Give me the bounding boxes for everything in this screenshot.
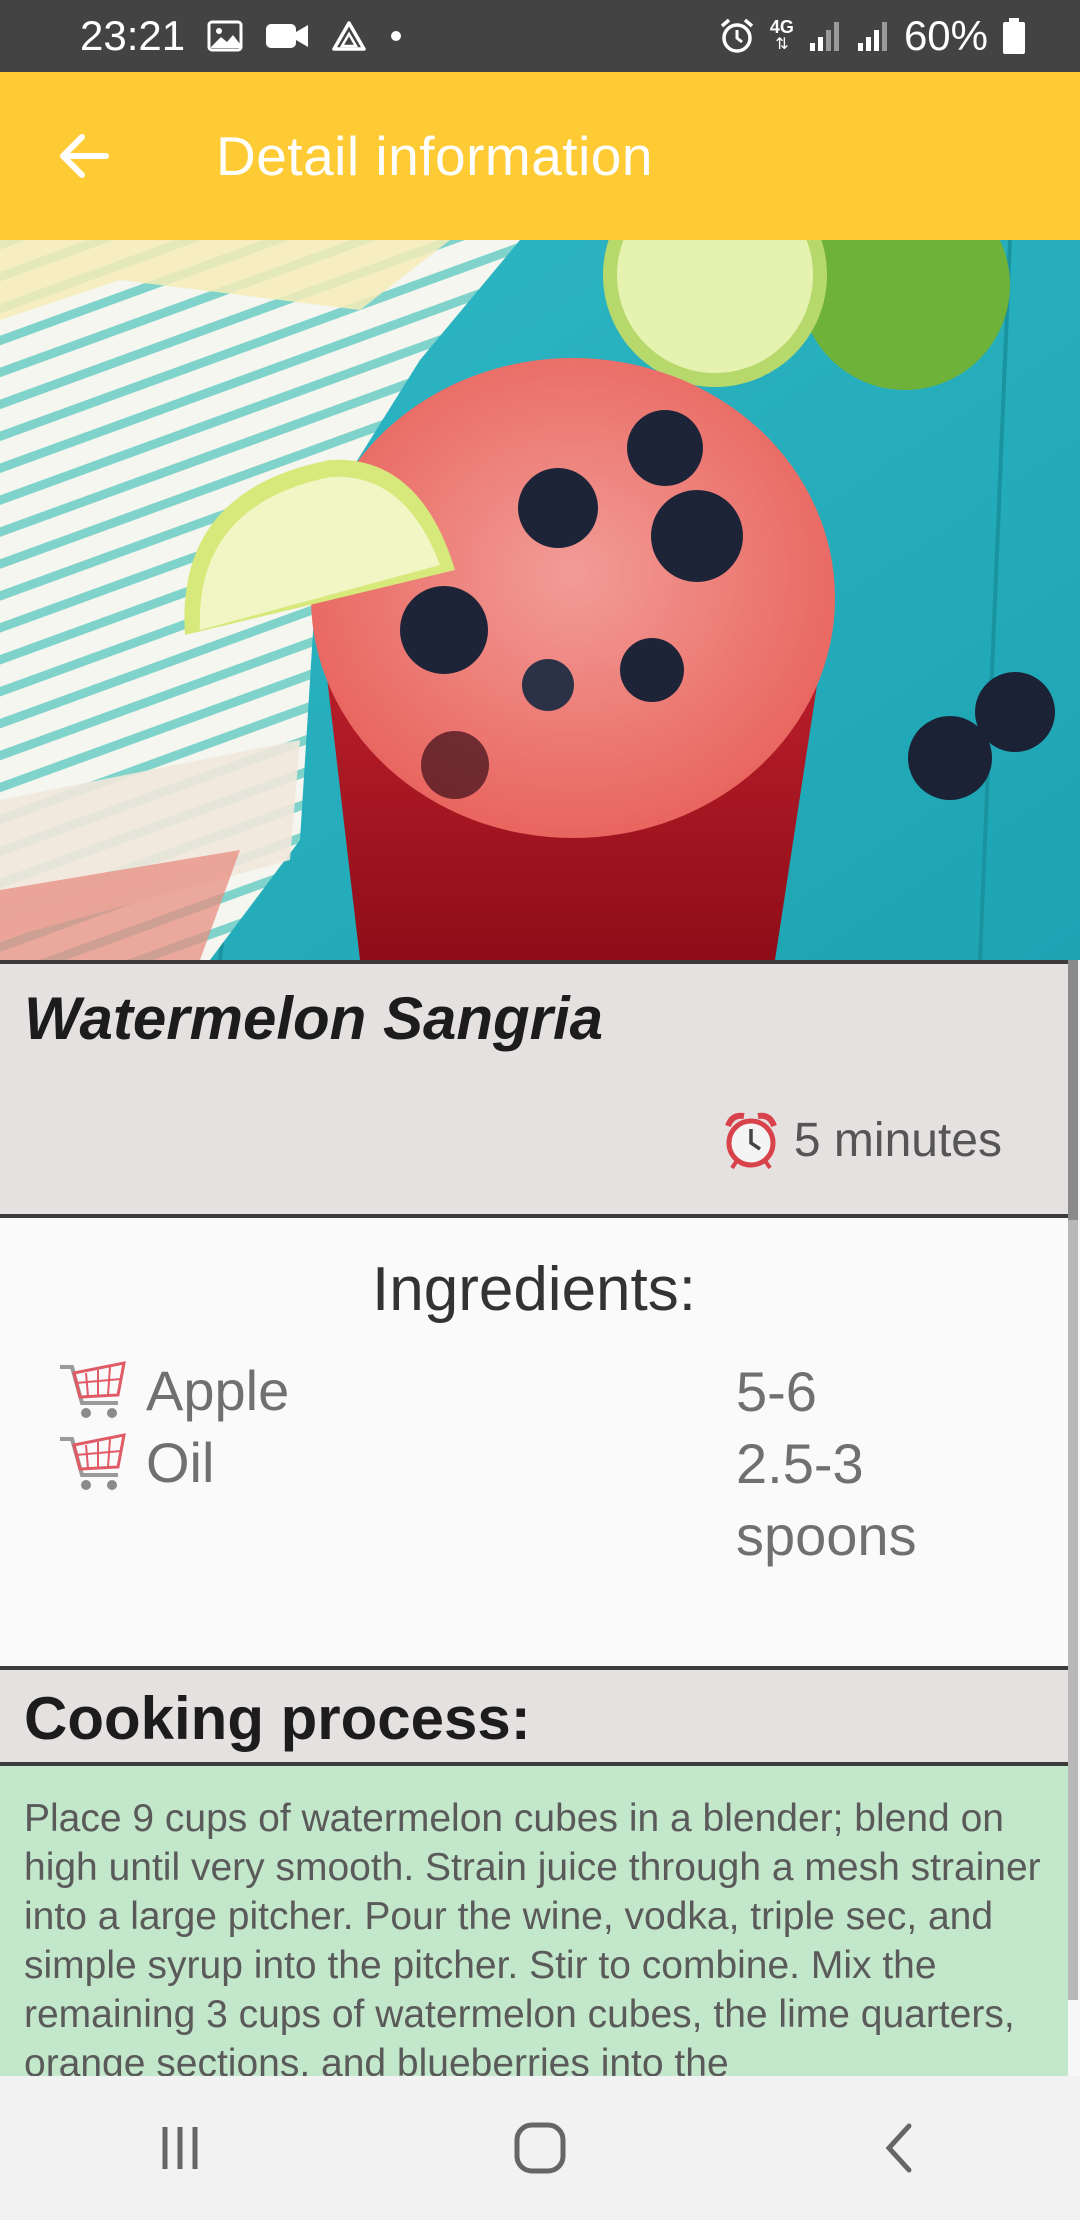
app-bar: Detail information xyxy=(0,72,1080,240)
cook-time-text: 5 minutes xyxy=(793,1113,1002,1167)
cooking-heading: Cooking process: xyxy=(24,1685,531,1752)
title-section: Watermelon Sangria 5 minutes xyxy=(0,960,1068,1218)
alarm-icon xyxy=(718,17,756,55)
cook-time: 5 minutes xyxy=(722,1110,1002,1170)
ingredient-name: Oil xyxy=(146,1431,215,1494)
cooking-heading-section: Cooking process: xyxy=(0,1670,1068,1766)
home-button[interactable] xyxy=(480,2088,600,2208)
back-button[interactable] xyxy=(44,116,124,196)
network-type: 4G ⇅ xyxy=(769,17,794,53)
recipe-title: Watermelon Sangria xyxy=(24,985,604,1052)
alarm-clock-icon xyxy=(725,1112,777,1170)
video-icon xyxy=(265,21,309,51)
battery-icon xyxy=(1002,17,1026,55)
status-bar: 23:21 4G ⇅ 60% xyxy=(0,0,1080,72)
ingredient-item: Oil xyxy=(58,1430,214,1495)
ingredient-name: Apple xyxy=(146,1359,290,1422)
recent-apps-button[interactable] xyxy=(120,2088,240,2208)
signal-icon-2 xyxy=(856,19,890,53)
battery-percent: 60% xyxy=(903,12,988,59)
system-back-button[interactable] xyxy=(840,2088,960,2208)
drive-icon xyxy=(331,20,367,52)
arrow-left-icon xyxy=(60,134,109,178)
ingredient-quantity: 2.5-3 spoons xyxy=(736,1432,917,1567)
cart-icon xyxy=(60,1432,126,1490)
ingredient-quantity: 5-6 xyxy=(736,1360,817,1423)
navigation-bar xyxy=(0,2076,1080,2220)
status-time: 23:21 xyxy=(80,12,186,59)
recent-apps-icon xyxy=(162,2127,198,2169)
scrollbar[interactable] xyxy=(1068,960,1078,2000)
ingredients-heading: Ingredients: xyxy=(372,1255,696,1324)
cooking-process: Place 9 cups of watermelon cubes in a bl… xyxy=(0,1766,1068,2076)
dot-icon xyxy=(389,29,403,43)
back-icon xyxy=(885,2123,912,2173)
home-icon xyxy=(514,2122,566,2174)
page-title: Detail information xyxy=(216,125,653,187)
ingredients-section: Ingredients: Apple 5-6 Oil 2.5-3 spoons xyxy=(0,1218,1068,1670)
recipe-image xyxy=(0,240,1080,960)
signal-icon xyxy=(808,19,842,53)
cooking-process-text: Place 9 cups of watermelon cubes in a bl… xyxy=(24,1797,1041,2076)
gallery-icon xyxy=(207,20,243,52)
cart-icon xyxy=(60,1360,126,1418)
scrollbar-thumb[interactable] xyxy=(1068,960,1078,1220)
ingredient-item: Apple xyxy=(58,1358,289,1423)
